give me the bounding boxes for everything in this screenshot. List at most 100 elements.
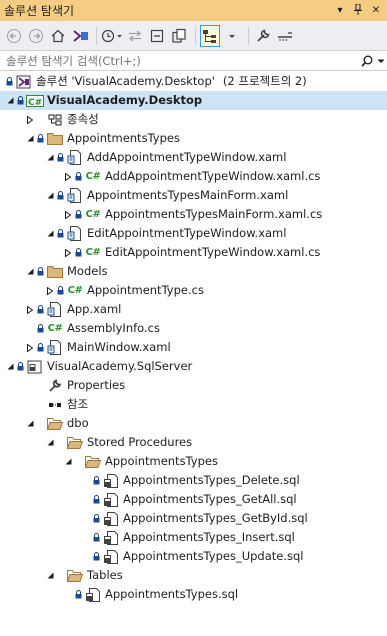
tree-item-file-sql[interactable]: AppointmentsTypes_Delete.sql: [0, 471, 387, 490]
search-options-dropdown[interactable]: [375, 57, 387, 65]
back-button[interactable]: [4, 25, 24, 47]
folder-icon: [46, 262, 64, 281]
tree-item-references[interactable]: 참조: [0, 395, 387, 414]
tree-item-label: AppointmentsTypes: [105, 454, 218, 468]
tree-item-folder-dbo[interactable]: dbo: [0, 414, 387, 433]
tree-item-project-desktop[interactable]: C# VisualAcademy.Desktop: [0, 91, 387, 110]
lock-icon: [36, 262, 45, 281]
preview-dropdown[interactable]: [222, 25, 242, 47]
expanded-triangle-icon[interactable]: [44, 186, 56, 205]
svg-text:C#: C#: [28, 98, 42, 108]
expanded-triangle-icon[interactable]: [24, 414, 36, 433]
tree-item-label: VisualAcademy.Desktop: [47, 93, 203, 107]
tree-item-file-xaml[interactable]: AddAppointmentTypeWindow.xaml: [0, 148, 387, 167]
collapsed-triangle-icon[interactable]: [24, 110, 36, 129]
lock-icon: [74, 205, 83, 224]
search-box: [0, 50, 387, 71]
expanded-triangle-icon[interactable]: [24, 129, 36, 148]
tree-item-file-sql[interactable]: AppointmentsTypes_Update.sql: [0, 547, 387, 566]
expanded-triangle-icon[interactable]: [4, 357, 16, 376]
folder-icon: [46, 129, 64, 148]
csharp-file-icon: C#: [85, 209, 101, 220]
lock-icon: [5, 72, 14, 91]
tree-item-project-sqlserver[interactable]: VisualAcademy.SqlServer: [0, 357, 387, 376]
tree-item-folder-models[interactable]: Models: [0, 262, 387, 281]
tree-item-file-sql[interactable]: AppointmentsTypes_GetById.sql: [0, 509, 387, 528]
tree-item-file-sql[interactable]: AppointmentsTypes_GetAll.sql: [0, 490, 387, 509]
tree-item-dependencies[interactable]: 종속성: [0, 110, 387, 129]
expanded-triangle-icon[interactable]: [62, 452, 74, 471]
lock-icon: [74, 167, 83, 186]
collapsed-triangle-icon[interactable]: [24, 300, 36, 319]
tree-item-file-cs[interactable]: C# AppointmentsTypesMainForm.xaml.cs: [0, 205, 387, 224]
pending-changes-filter-button[interactable]: [101, 25, 123, 47]
clock-icon: [101, 29, 122, 42]
tree-item-label: dbo: [67, 416, 89, 430]
tree-item-file-xaml[interactable]: MainWindow.xaml: [0, 338, 387, 357]
tree-item-file-cs[interactable]: C# AddAppointmentTypeWindow.xaml.cs: [0, 167, 387, 186]
search-icon[interactable]: [359, 55, 375, 67]
tree-item-label: AppointmentsTypes_Insert.sql: [123, 530, 295, 544]
properties-button[interactable]: [253, 25, 273, 47]
toolbar: [0, 21, 387, 50]
tree-item-label: AppointmentsTypes: [67, 131, 180, 145]
tree-item-label: AppointmentsTypesMainForm.xaml: [87, 188, 289, 202]
tree-item-properties[interactable]: Properties: [0, 376, 387, 395]
tree-item-file-xaml[interactable]: App.xaml: [0, 300, 387, 319]
tree-item-file-xaml[interactable]: EditAppointmentTypeWindow.xaml: [0, 224, 387, 243]
tree-item-folder-stored-procedures[interactable]: Stored Procedures: [0, 433, 387, 452]
tree-item-label: AssemblyInfo.cs: [67, 321, 160, 335]
autohide-pin-icon[interactable]: [351, 2, 365, 18]
tree-item-file-sql[interactable]: AppointmentsTypes_Insert.sql: [0, 528, 387, 547]
tree-item-label: AppointmentsTypesMainForm.xaml.cs: [105, 207, 323, 221]
expanded-triangle-icon[interactable]: [44, 566, 56, 585]
tree-item-folder-sp-appointmentstypes[interactable]: AppointmentsTypes: [0, 452, 387, 471]
tree-item-file-sql[interactable]: AppointmentsTypes.sql: [0, 585, 387, 604]
sql-file-icon: [102, 509, 120, 528]
show-all-files-button[interactable]: [169, 25, 189, 47]
tree-item-label: AppointmentsTypes_Update.sql: [123, 549, 304, 563]
tree-item-file-cs[interactable]: C# AppointmentType.cs: [0, 281, 387, 300]
tree-item-label: EditAppointmentTypeWindow.xaml.cs: [105, 245, 321, 259]
collapsed-triangle-icon[interactable]: [62, 167, 74, 186]
sync-active-document-button[interactable]: [125, 25, 145, 47]
switch-views-button[interactable]: [70, 25, 90, 47]
expanded-triangle-icon[interactable]: [44, 148, 56, 167]
chevron-down-icon: [377, 59, 385, 63]
tree-item-label: AppointmentsTypes_GetAll.sql: [123, 492, 297, 506]
forward-button[interactable]: [26, 25, 46, 47]
tree-item-label: AppointmentType.cs: [87, 283, 204, 297]
back-arrow-icon: [7, 28, 21, 43]
hierarchy-icon: [203, 29, 216, 43]
dependencies-icon: [46, 110, 64, 129]
window-position-button[interactable]: ▾: [333, 2, 347, 18]
preview-selected-items-button[interactable]: [200, 24, 220, 47]
collapse-all-button[interactable]: [147, 25, 167, 47]
expanded-triangle-icon[interactable]: [44, 433, 56, 452]
lock-icon: [36, 129, 45, 148]
tree-item-folder-appointmentstypes[interactable]: AppointmentsTypes: [0, 129, 387, 148]
tree-item-label: AppointmentsTypes.sql: [105, 587, 239, 601]
collapsed-triangle-icon[interactable]: [44, 281, 56, 300]
expanded-triangle-icon[interactable]: [24, 262, 36, 281]
tree-item-file-xaml[interactable]: AppointmentsTypesMainForm.xaml: [0, 186, 387, 205]
settings-button[interactable]: [275, 25, 295, 47]
tree-item-file-cs[interactable]: C# EditAppointmentTypeWindow.xaml.cs: [0, 243, 387, 262]
tree-item-solution[interactable]: 솔루션 'VisualAcademy.Desktop' (2 프로젝트의 2): [0, 72, 387, 91]
collapsed-triangle-icon[interactable]: [62, 205, 74, 224]
tree-item-folder-tables[interactable]: Tables: [0, 566, 387, 585]
home-button[interactable]: [48, 25, 68, 47]
expanded-triangle-icon[interactable]: [44, 224, 56, 243]
tree-item-label: VisualAcademy.SqlServer: [47, 359, 193, 373]
lock-icon: [56, 186, 65, 205]
close-button[interactable]: ✕: [369, 2, 383, 18]
csharp-file-icon: C#: [85, 247, 101, 258]
tree-item-label: AddAppointmentTypeWindow.xaml: [87, 150, 287, 164]
expanded-triangle-icon[interactable]: [4, 91, 16, 110]
collapsed-triangle-icon[interactable]: [62, 243, 74, 262]
tree-item-file-cs[interactable]: C# AssemblyInfo.cs: [0, 319, 387, 338]
window-buttons: ▾ ✕: [333, 2, 383, 18]
toolbar-separator: [248, 26, 249, 45]
collapsed-triangle-icon[interactable]: [24, 338, 36, 357]
search-input[interactable]: [0, 50, 359, 71]
